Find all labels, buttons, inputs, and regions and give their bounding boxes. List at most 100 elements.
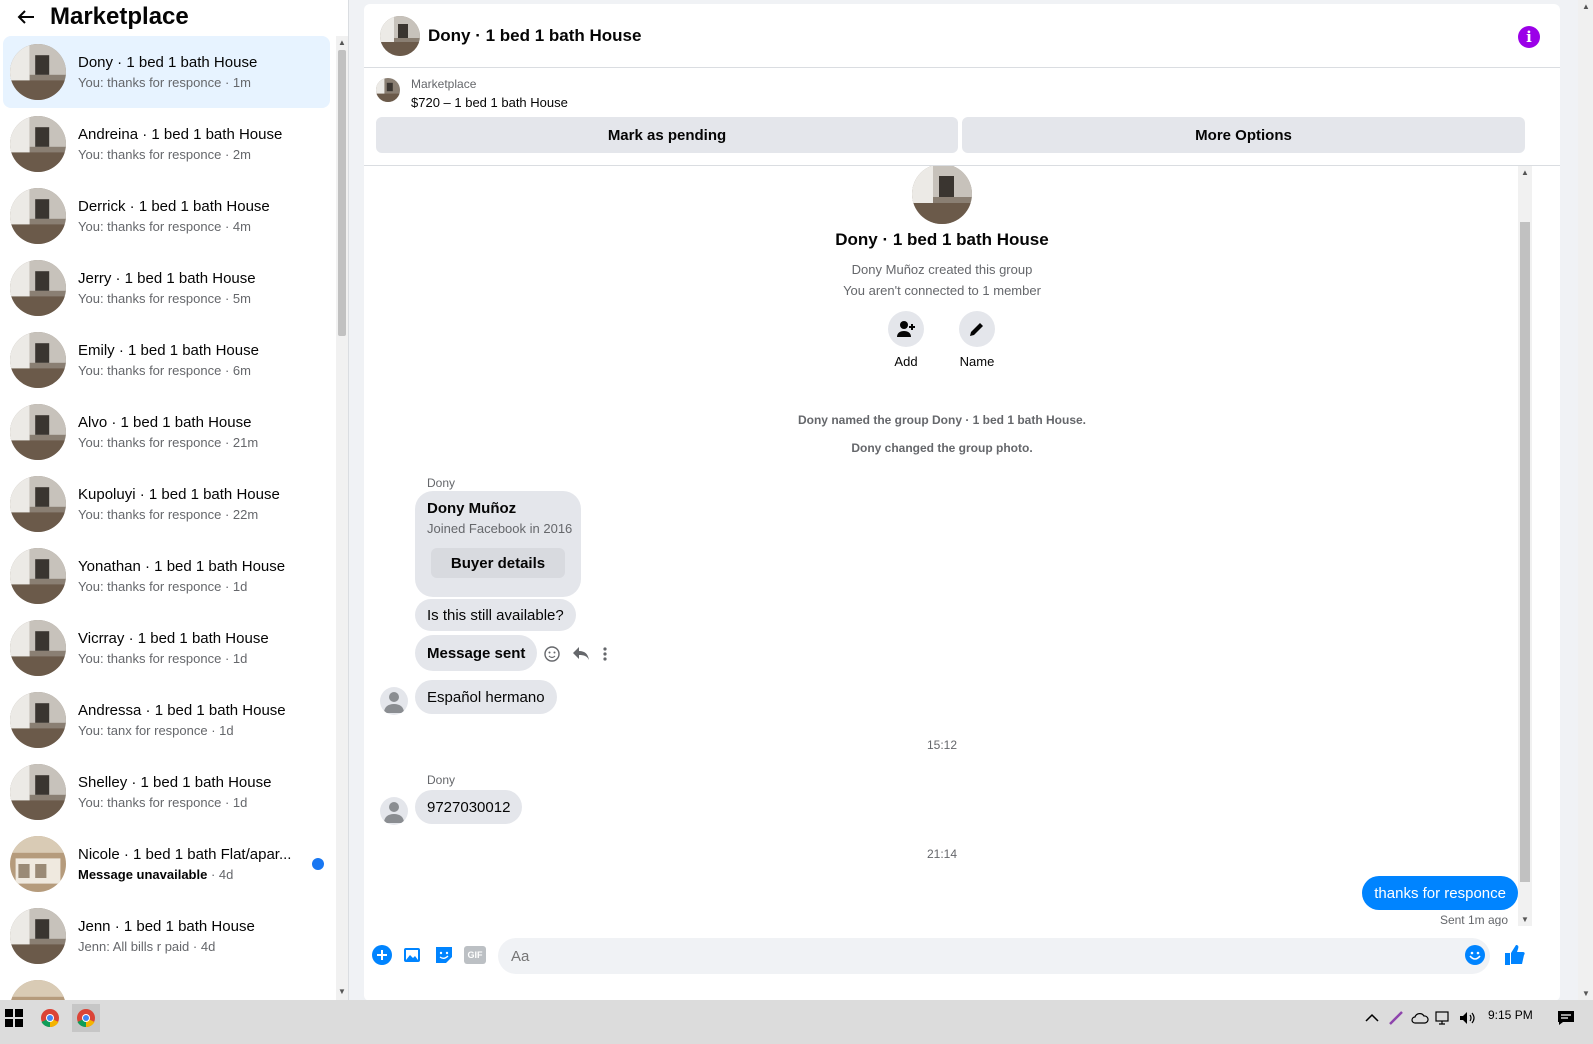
conversation-avatar — [10, 476, 66, 532]
info-icon[interactable]: i — [1518, 26, 1540, 48]
photo-icon[interactable] — [402, 944, 424, 966]
page-scrollbar[interactable]: ▲ ▼ — [1578, 0, 1593, 1000]
conversation-item[interactable]: Jenn · 1 bed 1 bath House Jenn: All bills… — [3, 900, 330, 972]
conversation-text: Shelley · 1 bed 1 bath House You: thanks … — [78, 774, 300, 810]
conversation-avatar — [10, 620, 66, 676]
scroll-down-arrow-icon[interactable]: ▼ — [1521, 915, 1529, 924]
emoji-icon[interactable] — [1464, 944, 1486, 966]
conversation-preview: You: thanks for responce · 5m — [78, 291, 300, 306]
plus-icon[interactable] — [371, 944, 393, 966]
name-group-action[interactable]: Name — [947, 311, 1007, 369]
conversation-preview: You: thanks for responce · 21m — [78, 435, 300, 450]
conversation-name: Jerry · 1 bed 1 bath House — [78, 270, 256, 287]
scroll-up-arrow-icon[interactable]: ▲ — [338, 38, 346, 47]
chat-scrollbar[interactable]: ▲ ▼ — [1518, 166, 1532, 926]
conversation-preview: You: thanks for responce · 2m — [78, 147, 300, 162]
sender-avatar[interactable] — [380, 797, 408, 825]
message-input[interactable] — [511, 947, 1411, 965]
conversation-item[interactable]: Shelley · 1 bed 1 bath House You: thanks … — [3, 756, 330, 828]
outgoing-message-bubble[interactable]: thanks for responce — [1362, 876, 1518, 910]
conversation-avatar — [10, 692, 66, 748]
scrollbar-thumb[interactable] — [1520, 222, 1530, 882]
conversation-item[interactable]: Yonathan · 1 bed 1 bath House You: thanks… — [3, 540, 330, 612]
message-bubble[interactable]: 9727030012 — [415, 790, 523, 824]
conversation-item[interactable]: Kupoluyi · 1 bed 1 bath House You: thanks… — [3, 468, 330, 540]
preview-text: You: thanks for responce — [78, 291, 222, 306]
reply-icon[interactable] — [572, 646, 590, 667]
listing-price-title[interactable]: $720 – 1 bed 1 bath House — [411, 95, 568, 110]
separator: · — [189, 939, 201, 954]
conversation-preview: You: thanks for responce · 1m — [78, 75, 300, 90]
scroll-up-arrow-icon[interactable]: ▲ — [1582, 2, 1590, 11]
system-message: Dony named the group Dony · 1 bed 1 bath… — [797, 413, 1087, 427]
preview-time: 1m — [232, 75, 251, 90]
preview-time: 1d — [232, 795, 248, 810]
preview-time: 1d — [232, 651, 248, 666]
chat-title[interactable]: Dony · 1 bed 1 bath House — [428, 26, 641, 46]
conversation-item[interactable]: Jerry · 1 bed 1 bath House You: thanks fo… — [3, 252, 330, 324]
message-bubble[interactable]: Message sent — [415, 635, 538, 671]
group-created-text: Dony Muñoz created this group — [851, 262, 1033, 277]
gif-icon[interactable]: GIF — [464, 944, 486, 966]
notifications-icon[interactable] — [1552, 1004, 1580, 1032]
conversation-item[interactable]: Dony · 1 bed 1 bath House You: thanks for… — [3, 36, 330, 108]
sidebar-scrollbar[interactable]: ▲ ▼ — [336, 36, 348, 1014]
taskbar-clock[interactable]: 9:15 PM — [1488, 1008, 1533, 1022]
scroll-down-arrow-icon[interactable]: ▼ — [1582, 989, 1590, 998]
listing-thumbnail[interactable] — [376, 78, 400, 102]
conversation-preview: You: thanks for responce · 1d — [78, 651, 300, 666]
thumbs-up-icon[interactable] — [1504, 944, 1526, 966]
preview-text: You: thanks for responce — [78, 75, 222, 90]
conversation-item[interactable]: Nicole · 1 bed 1 bath Flat/apar... Messag… — [3, 828, 330, 900]
conversation-name: Alvo · 1 bed 1 bath House — [78, 414, 252, 431]
scroll-down-arrow-icon[interactable]: ▼ — [338, 987, 346, 996]
conversation-text: Derrick · 1 bed 1 bath House You: thanks … — [78, 198, 300, 234]
conversation-avatar — [10, 908, 66, 964]
separator: · — [221, 435, 233, 450]
preview-time: 4d — [218, 867, 234, 882]
conversation-name: Dony · 1 bed 1 bath House — [78, 54, 258, 71]
separator: · — [207, 867, 219, 882]
preview-text: You: thanks for responce — [78, 435, 222, 450]
chrome-icon[interactable] — [36, 1004, 64, 1032]
conversation-item[interactable]: Derrick · 1 bed 1 bath House You: thanks … — [3, 180, 330, 252]
scrollbar-thumb[interactable] — [338, 50, 346, 336]
mark-as-pending-button[interactable]: Mark as pending — [376, 117, 958, 153]
separator: · — [221, 795, 233, 810]
sender-avatar[interactable] — [380, 687, 408, 715]
preview-time: 1d — [232, 579, 248, 594]
back-arrow-icon[interactable] — [14, 5, 38, 29]
group-avatar[interactable] — [912, 166, 972, 224]
chat-avatar[interactable] — [380, 15, 420, 56]
react-emoji-icon[interactable] — [544, 645, 560, 667]
sticker-icon[interactable] — [433, 944, 455, 966]
volume-icon[interactable] — [1454, 1004, 1482, 1032]
conversation-preview: You: thanks for responce · 6m — [78, 363, 300, 378]
conversation-item[interactable]: Andreina · 1 bed 1 bath House You: thanks… — [3, 108, 330, 180]
preview-time: 22m — [232, 507, 259, 522]
more-vertical-icon[interactable] — [602, 646, 608, 667]
buyer-details-button[interactable]: Buyer details — [431, 548, 565, 578]
conversation-avatar — [10, 764, 66, 820]
add-person-icon[interactable] — [888, 311, 924, 347]
conversation-text: Andressa · 1 bed 1 bath House You: tanx f… — [78, 702, 300, 738]
conversation-item[interactable]: Emily · 1 bed 1 bath House You: thanks fo… — [3, 324, 330, 396]
chrome-active-icon[interactable] — [72, 1004, 100, 1032]
conversation-item[interactable]: Alvo · 1 bed 1 bath House You: thanks for… — [3, 396, 330, 468]
chat-header: Dony · 1 bed 1 bath House i — [364, 4, 1560, 68]
sent-status: Sent 1m ago — [1439, 913, 1508, 926]
more-options-button[interactable]: More Options — [962, 117, 1525, 153]
message-bubble[interactable]: Español hermano — [415, 680, 557, 714]
conversation-name: Emily · 1 bed 1 bath House — [78, 342, 259, 359]
windows-start-icon[interactable] — [0, 1004, 28, 1032]
conversation-item[interactable]: Vicrray · 1 bed 1 bath House You: thanks … — [3, 612, 330, 684]
conversation-text: Andreina · 1 bed 1 bath House You: thanks… — [78, 126, 300, 162]
windows-taskbar — [0, 1000, 1593, 1044]
scroll-up-arrow-icon[interactable]: ▲ — [1521, 168, 1529, 177]
pencil-icon[interactable] — [959, 311, 995, 347]
message-bubble[interactable]: Is this still available? — [415, 599, 576, 631]
sidebar-title: Marketplace — [50, 3, 189, 30]
conversation-item[interactable]: Andressa · 1 bed 1 bath House You: tanx f… — [3, 684, 330, 756]
add-member-action[interactable]: Add — [876, 311, 936, 369]
conversation-text: Jerry · 1 bed 1 bath House You: thanks fo… — [78, 270, 300, 306]
